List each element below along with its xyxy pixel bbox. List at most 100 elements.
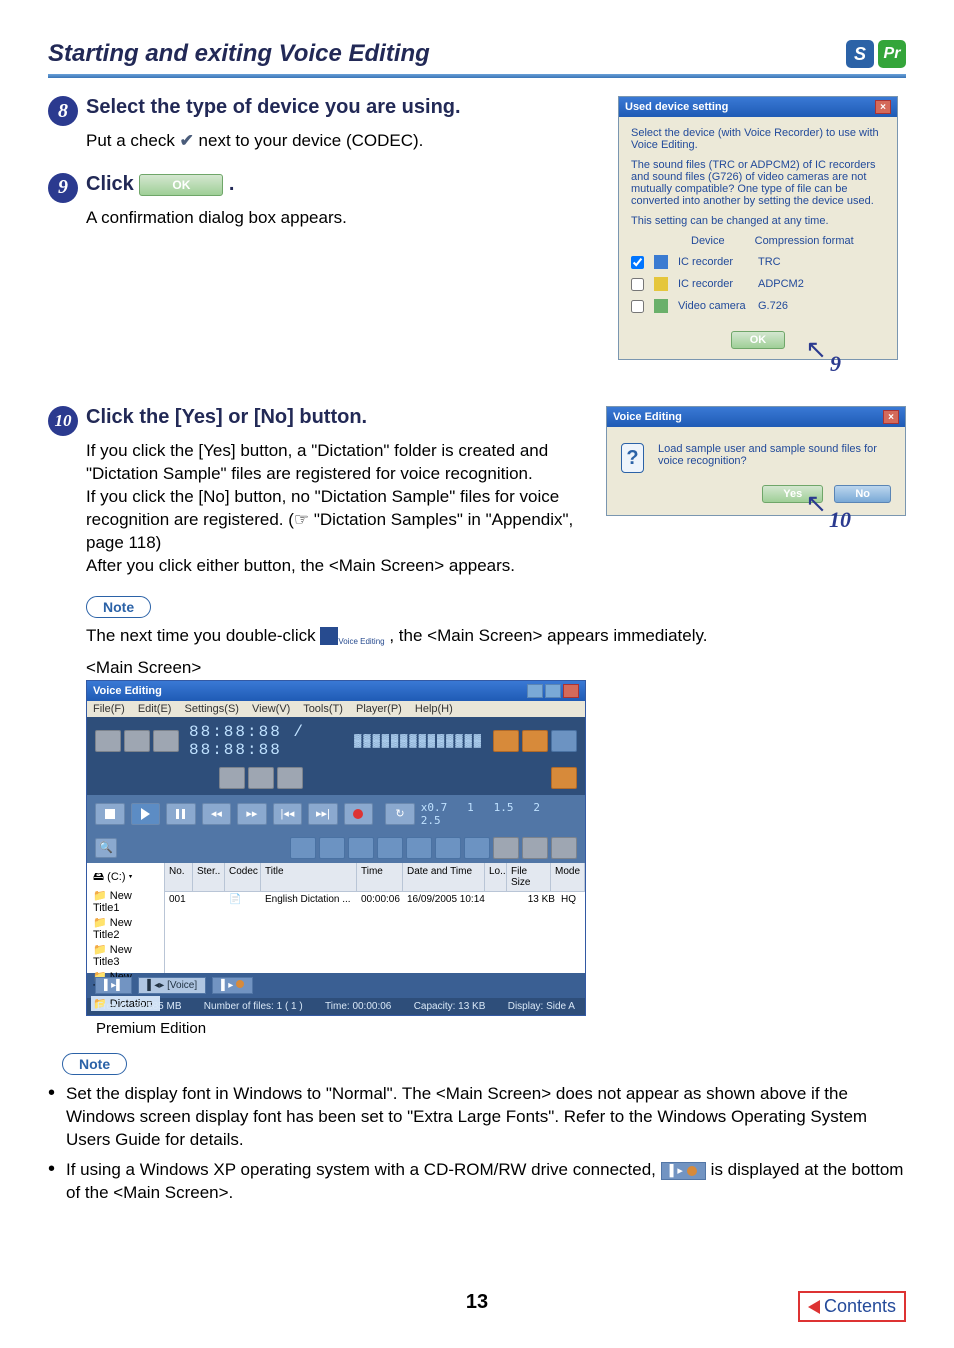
refresh-icon[interactable] <box>464 837 490 859</box>
table-header[interactable]: No. Ster.. Codec Title Time Date and Tim… <box>165 863 585 892</box>
cell-time: 00:00:06 <box>361 894 407 905</box>
edition-badges: S Pr <box>846 40 906 68</box>
menu-player[interactable]: Player(P) <box>356 703 402 715</box>
dialog-text-1: Select the device (with Voice Recorder) … <box>631 127 885 151</box>
badge-s-icon: S <box>846 40 874 68</box>
device-checkbox-1[interactable] <box>631 256 644 269</box>
col-lo[interactable]: Lo.. <box>485 863 507 891</box>
tab-cd[interactable]: ▌▸ <box>212 977 253 994</box>
toolbar-icon[interactable] <box>124 730 150 752</box>
col-size[interactable]: File Size <box>507 863 551 891</box>
menu-file[interactable]: File(F) <box>93 703 125 715</box>
minimize-icon[interactable] <box>527 684 543 698</box>
badge-pr-icon: Pr <box>878 40 906 68</box>
col-codec[interactable]: Codec <box>225 863 261 891</box>
record-button[interactable] <box>344 803 374 825</box>
tree-root[interactable]: (C:) <box>107 871 125 883</box>
tool-icon[interactable] <box>551 837 577 859</box>
tab-2[interactable]: ▌◂▸ [Voice] <box>138 977 206 994</box>
dialog-text-2: The sound files (TRC or ADPCM2) of IC re… <box>631 159 885 207</box>
rewind-button[interactable]: ◂◂ <box>202 803 232 825</box>
time-display: 88:88:88 / 88:88:88 <box>189 723 344 759</box>
wave-icon[interactable] <box>219 767 245 789</box>
close-icon[interactable]: × <box>883 410 899 424</box>
paste-icon[interactable] <box>348 837 374 859</box>
mainscreen-caption: Premium Edition <box>96 1020 906 1037</box>
repeat-button[interactable]: ↻ <box>385 803 415 825</box>
status-bar: Free C: 28,585 MB Number of files: 1 ( 1… <box>87 998 585 1015</box>
col-no[interactable]: No. <box>165 863 193 891</box>
main-screen-screenshot: Voice Editing File(F) Edit(E) Settings(S… <box>86 680 586 1016</box>
lock-icon[interactable] <box>406 837 432 859</box>
col-date[interactable]: Date and Time <box>403 863 485 891</box>
note-1-text: The next time you double-click Voice Edi… <box>86 626 906 646</box>
ok-button-inline: OK <box>139 174 223 196</box>
note-2-bullet-1: Set the display font in Windows to "Norm… <box>48 1083 906 1152</box>
device-name-2: IC recorder <box>678 278 748 290</box>
menu-help[interactable]: Help(H) <box>415 703 453 715</box>
status-time: Time: 00:00:06 <box>325 1001 391 1012</box>
video-camera-icon <box>654 299 668 313</box>
voice-recognition-icon[interactable] <box>493 730 519 752</box>
step-10-number-icon: 10 <box>48 406 78 436</box>
mail-icon[interactable] <box>551 767 577 789</box>
col-device: Device <box>691 235 725 247</box>
folder-icon[interactable] <box>377 837 403 859</box>
cell-ster <box>197 894 229 905</box>
copy-icon[interactable] <box>319 837 345 859</box>
col-ster[interactable]: Ster.. <box>193 863 225 891</box>
contents-button[interactable]: Contents <box>798 1291 906 1322</box>
col-time[interactable]: Time <box>357 863 403 891</box>
flag-icon[interactable] <box>290 837 316 859</box>
menu-settings[interactable]: Settings(S) <box>185 703 239 715</box>
note-1-part2: , the <Main Screen> appears immediately. <box>389 626 707 645</box>
header-rule <box>48 74 906 78</box>
tab-1[interactable]: ▌▸▌ <box>95 977 132 994</box>
transfer-icon[interactable] <box>551 730 577 752</box>
col-mode[interactable]: Mode <box>551 863 585 891</box>
maximize-icon[interactable] <box>545 684 561 698</box>
pause-button[interactable] <box>166 803 196 825</box>
folder-tree[interactable]: 🖴 (C:) ▾ 📁 New Title1 📁 New Title2 📁 New… <box>87 863 165 973</box>
transport-bar: ◂◂ ▸▸ |◂◂ ▸▸| ↻ x0.7 1 1.5 2 2.5 <box>87 795 585 833</box>
confirm-text: Load sample user and sample sound files … <box>658 443 891 467</box>
no-button[interactable]: No <box>834 485 891 503</box>
tool-icon[interactable] <box>493 837 519 859</box>
text-to-speech-icon[interactable] <box>522 730 548 752</box>
tree-item[interactable]: New Title3 <box>93 944 132 968</box>
close-icon[interactable]: × <box>875 100 891 114</box>
bottom-tabs: ▌▸▌ ▌◂▸ [Voice] ▌▸ <box>87 973 585 998</box>
recorder-yellow-icon <box>654 277 668 291</box>
back-triangle-icon <box>808 1300 820 1314</box>
menu-edit[interactable]: Edit(E) <box>138 703 172 715</box>
tree-item[interactable]: New Title1 <box>93 890 132 914</box>
table-row[interactable]: 001 📄 English Dictation ... 00:00:06 16/… <box>165 892 585 907</box>
toolbar-icon[interactable] <box>95 730 121 752</box>
menu-bar[interactable]: File(F) Edit(E) Settings(S) View(V) Tool… <box>87 701 585 717</box>
menu-tools[interactable]: Tools(T) <box>303 703 343 715</box>
question-icon: ? <box>621 443 644 473</box>
cell-no: 001 <box>169 894 197 905</box>
cell-codec: 📄 <box>229 894 265 905</box>
wave-icon[interactable] <box>277 767 303 789</box>
device-checkbox-3[interactable] <box>631 300 644 313</box>
play-button[interactable] <box>131 803 161 825</box>
col-title[interactable]: Title <box>261 863 357 891</box>
ve-icon-caption: Voice Editing <box>338 637 384 646</box>
delete-icon[interactable] <box>435 837 461 859</box>
tree-item[interactable]: New Title2 <box>93 917 132 941</box>
menu-view[interactable]: View(V) <box>252 703 290 715</box>
search-icon[interactable]: 🔍 <box>95 838 117 858</box>
device-checkbox-2[interactable] <box>631 278 644 291</box>
dialog-ok-button[interactable]: OK <box>731 331 786 349</box>
toolbar-icon[interactable] <box>153 730 179 752</box>
forward-button[interactable]: ▸▸ <box>237 803 267 825</box>
skip-fwd-button[interactable]: ▸▸| <box>308 803 338 825</box>
close-icon[interactable] <box>563 684 579 698</box>
wave-icon[interactable] <box>248 767 274 789</box>
stop-button[interactable] <box>95 803 125 825</box>
step-10-heading: Click the [Yes] or [No] button. <box>86 406 367 429</box>
tool-icon[interactable] <box>522 837 548 859</box>
status-capacity: Capacity: 13 KB <box>414 1001 486 1012</box>
skip-back-button[interactable]: |◂◂ <box>273 803 303 825</box>
